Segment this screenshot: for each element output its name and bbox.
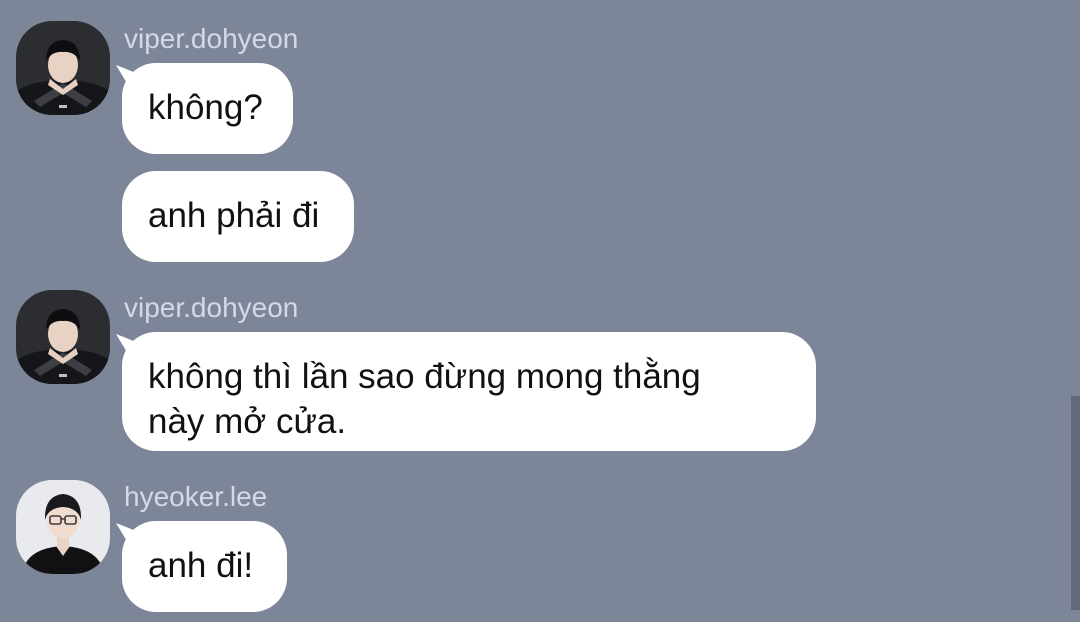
profile-photo-viper-icon <box>16 21 110 115</box>
message-bubble[interactable]: anh đi! <box>122 521 287 612</box>
message-bubble[interactable]: không thì lần sao đừng mong thằng này mở… <box>122 332 816 451</box>
message-text-line: này mở cửa. <box>148 402 347 441</box>
sender-name: viper.dohyeon <box>124 292 299 323</box>
message-text: anh đi! <box>148 546 254 585</box>
sender-name: hyeoker.lee <box>124 481 268 512</box>
message-bubble[interactable]: không? <box>122 63 293 154</box>
avatar[interactable] <box>16 21 110 115</box>
message-text-line: không thì lần sao đừng mong thằng <box>148 357 701 396</box>
message-bubble[interactable]: anh phải đi <box>122 171 354 262</box>
scrollbar-thumb[interactable] <box>1071 396 1080 610</box>
chat-message-list[interactable]: viper.dohyeon không? anh phải đi viper.d… <box>0 0 1080 622</box>
sender-name: viper.dohyeon <box>124 23 299 54</box>
message-text: anh phải đi <box>148 196 320 235</box>
avatar[interactable] <box>16 290 110 384</box>
message-text: không? <box>148 88 263 127</box>
profile-photo-viper-icon <box>16 290 110 384</box>
profile-photo-hyeoker-icon <box>16 480 110 574</box>
avatar[interactable] <box>16 480 110 574</box>
